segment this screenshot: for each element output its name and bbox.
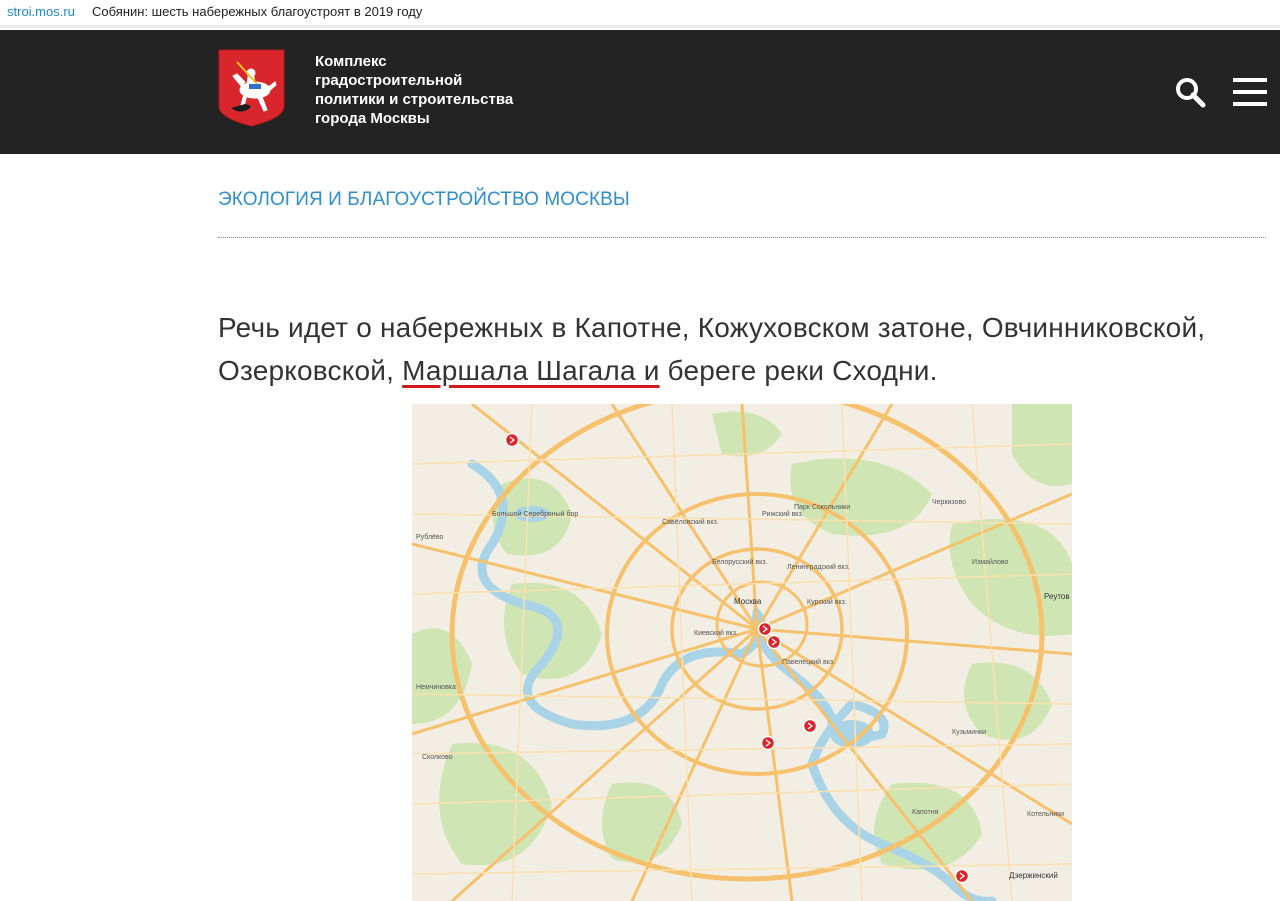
map-label: Киевский вкз. <box>694 629 738 637</box>
map-label: Большой Серебряный бор <box>492 510 578 518</box>
moscow-embankments-map[interactable]: Москва Реутов Дзержинский Котельники Руб… <box>412 404 1072 901</box>
org-line: города Москвы <box>315 110 430 127</box>
highlighted-text: Маршала Шагала и <box>402 355 660 386</box>
hamburger-menu-icon <box>1233 78 1267 106</box>
map-label: Савёловский вкз. <box>662 518 719 526</box>
org-line: политики и строительства <box>315 91 514 108</box>
map-label: Реутов <box>1044 592 1070 601</box>
search-icon <box>1176 78 1206 108</box>
org-line: Комплекс <box>315 53 387 70</box>
map-label: Измайлово <box>972 558 1009 566</box>
article-paragraph: Речь идет о набережных в Капотне, Кожухо… <box>218 306 1258 392</box>
map-label: Парк Сокольники <box>794 504 850 511</box>
map-label: Павелецкий вкз. <box>782 658 835 666</box>
map-label: Капотня <box>912 809 939 816</box>
site-header: Комплекс градостроительной политики и ст… <box>0 30 1280 154</box>
search-button[interactable] <box>1172 74 1208 110</box>
map-label: Белорусский вкз. <box>712 558 767 566</box>
map-label: Рижский вкз. <box>762 510 804 518</box>
map-label: Москва <box>734 597 762 606</box>
menu-button[interactable] <box>1229 74 1269 110</box>
org-line: градостроительной <box>315 72 463 89</box>
map-label: Немчиновка <box>416 684 456 691</box>
map-label: Кузьминки <box>952 729 986 736</box>
embankment-marker-icon <box>802 718 818 734</box>
map-label: Сколково <box>422 754 453 761</box>
browser-tab-bar: stroi.mos.ru Собянин: шесть набережных б… <box>0 0 1280 28</box>
map-label: Ленинградский вкз. <box>787 563 850 571</box>
section-divider <box>218 237 1266 238</box>
embankment-marker-icon <box>757 621 773 637</box>
map-label: Котельники <box>1027 811 1064 818</box>
map-canvas: Москва Реутов Дзержинский Котельники Руб… <box>412 404 1072 901</box>
map-label: Дзержинский <box>1009 871 1058 880</box>
map-label: Черкизово <box>932 499 966 506</box>
embankment-marker-icon <box>766 634 782 650</box>
page-title: Собянин: шесть набережных благоустроят в… <box>92 4 423 19</box>
embankment-marker-icon <box>504 432 520 448</box>
moscow-coat-of-arms-icon[interactable] <box>217 48 286 128</box>
map-label: Курский вкз. <box>807 598 847 606</box>
embankment-marker-icon <box>760 735 776 751</box>
site-domain[interactable]: stroi.mos.ru <box>7 0 75 24</box>
category-link[interactable]: ЭКОЛОГИЯ И БЛАГОУСТРОЙСТВО МОСКВЫ <box>218 189 630 211</box>
article-text: береге реки Сходни. <box>659 355 938 386</box>
embankment-marker-icon <box>954 868 970 884</box>
organization-name[interactable]: Комплекс градостроительной политики и ст… <box>315 52 555 128</box>
map-label: Рублёво <box>416 533 444 541</box>
